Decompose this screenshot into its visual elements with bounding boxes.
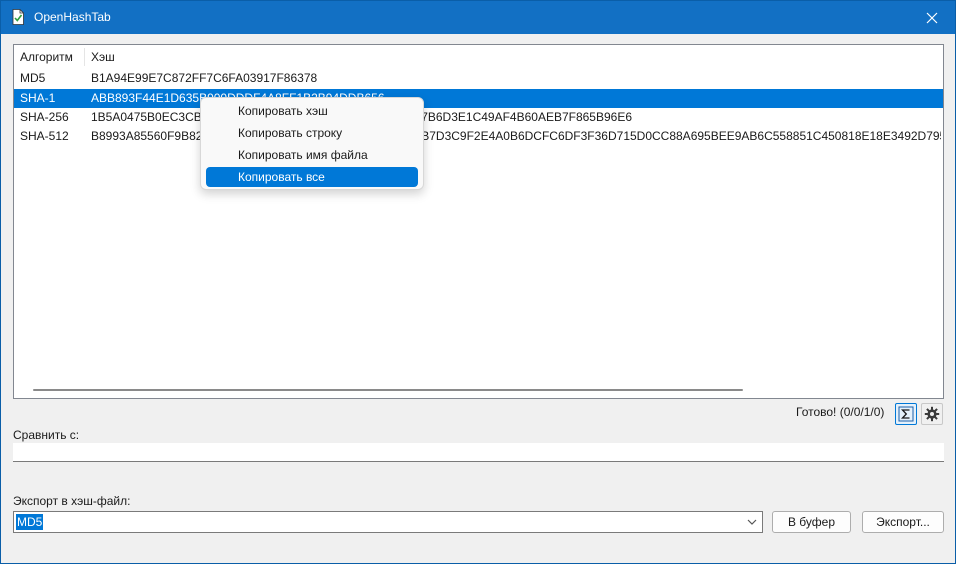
file-check-icon [12,9,24,25]
close-button[interactable] [909,1,955,34]
client-area: Алгоритм Хэш MD5 B1A94E99E7C872FF7C6FA03… [1,34,955,563]
table-row-selected[interactable]: SHA-1 ABB893F44E1D635B900DDDF4A8FF1B2B94… [14,89,943,108]
horizontal-scrollbar[interactable] [14,382,943,398]
chevron-down-icon [747,519,757,525]
sigma-icon [898,406,914,422]
context-menu: Копировать хэш Копировать строку Копиров… [200,97,424,190]
column-header-algorithm[interactable]: Алгоритм [14,45,84,69]
algorithm-cell: SHA-256 [20,110,69,124]
menu-item-copy-all[interactable]: Копировать все [206,167,418,187]
list-header: Алгоритм Хэш [14,45,943,69]
column-header-hash[interactable]: Хэш [85,45,285,69]
window-title: OpenHashTab [34,10,111,24]
table-row[interactable]: SHA-512 B8993A85560F9B82190E4D5C3AF1A2B7… [14,127,943,146]
menu-item-copy-line[interactable]: Копировать строку [206,123,418,143]
hash-list[interactable]: Алгоритм Хэш MD5 B1A94E99E7C872FF7C6FA03… [13,44,944,399]
hash-cell: B1A94E99E7C872FF7C6FA03917F86378 [91,71,318,85]
menu-item-copy-hash[interactable]: Копировать хэш [206,101,418,121]
gear-icon [924,406,940,422]
compare-label: Сравнить с: [13,428,80,442]
status-text: Готово! (0/0/1/0) [796,405,885,419]
settings-button[interactable] [921,403,943,425]
scrollbar-thumb[interactable] [33,389,743,391]
table-row[interactable]: MD5 B1A94E99E7C872FF7C6FA03917F86378 [14,69,943,88]
close-icon [926,12,938,23]
algorithm-cell: SHA-1 [20,91,56,105]
algorithm-cell: SHA-512 [20,129,69,143]
compare-input[interactable] [13,443,944,462]
copy-to-clipboard-button[interactable]: В буфер [772,511,851,533]
export-label: Экспорт в хэш-файл: [13,494,131,508]
hash-format-selected: MD5 [16,514,44,530]
title-bar[interactable]: OpenHashTab [1,1,955,34]
sum-files-button[interactable] [895,403,917,425]
menu-item-copy-filename[interactable]: Копировать имя файла [206,145,418,165]
algorithm-cell: MD5 [20,71,46,85]
table-row[interactable]: SHA-256 1B5A0475B0EC3CB21D8E6F0B82745C3C… [14,108,943,127]
hash-format-select[interactable]: MD5 [13,511,763,533]
export-button[interactable]: Экспорт... [862,511,944,533]
app-window: OpenHashTab Алгоритм Хэш MD5 B1A94E99E7C… [0,0,956,564]
